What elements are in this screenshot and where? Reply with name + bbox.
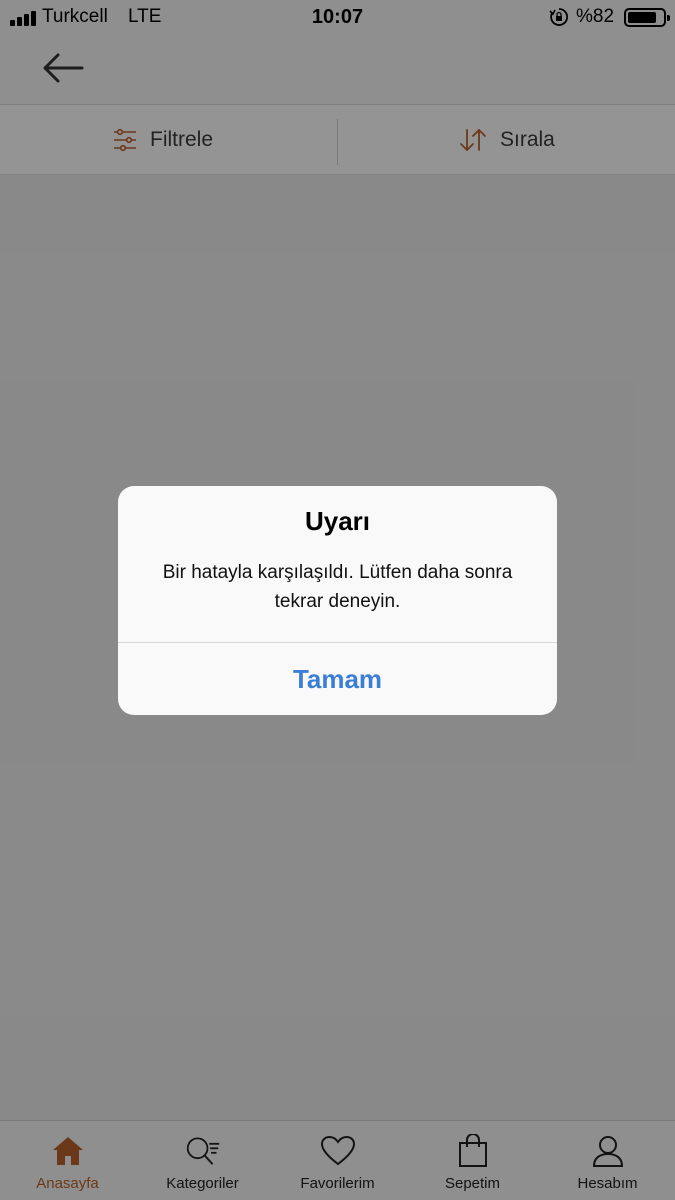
alert-dialog: Uyarı Bir hatayla karşılaşıldı. Lütfen d… <box>118 486 557 715</box>
alert-message: Bir hatayla karşılaşıldı. Lütfen daha so… <box>162 562 513 612</box>
alert-title: Uyarı <box>304 506 371 536</box>
alert-ok-button[interactable]: Tamam <box>118 643 557 715</box>
